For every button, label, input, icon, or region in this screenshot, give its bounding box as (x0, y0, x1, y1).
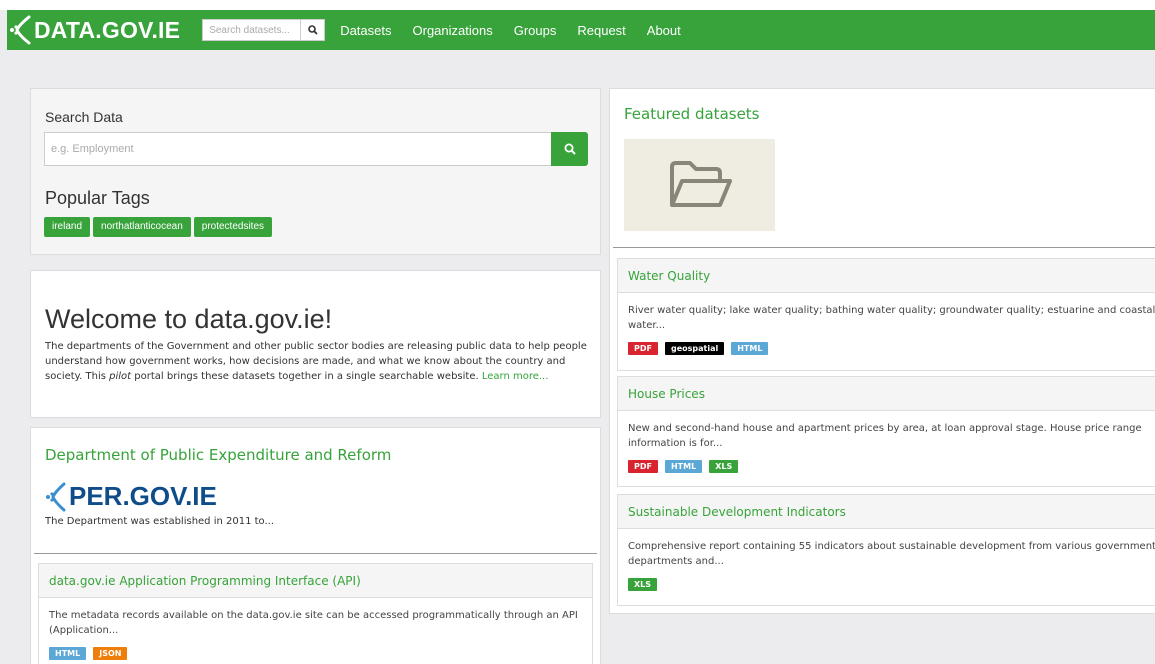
site-logo[interactable]: DATA.GOV.IE (9, 10, 180, 50)
nav-links: Datasets Organizations Groups Request Ab… (340, 23, 702, 38)
tag-protectedsites[interactable]: protectedsites (193, 217, 273, 237)
dataset-title[interactable]: data.gov.ie Application Programming Inte… (39, 564, 592, 598)
tag-ireland[interactable]: ireland (44, 217, 91, 237)
dataset-title[interactable]: Water Quality (618, 259, 1155, 293)
dataset-description: River water quality; lake water quality;… (628, 305, 1155, 331)
nav-link-datasets[interactable]: Datasets (340, 23, 391, 38)
format-badge-xls[interactable]: XLS (628, 578, 658, 591)
search-data-label: Search Data (45, 109, 123, 125)
format-badge-pdf[interactable]: PDF (628, 460, 658, 473)
harp-logo-icon (46, 482, 66, 511)
nav-link-about[interactable]: About (647, 23, 681, 38)
harp-logo-icon (10, 15, 31, 45)
format-badge-pdf[interactable]: PDF (628, 342, 658, 355)
search-data-input[interactable] (44, 132, 552, 166)
format-badges: HTML JSON (49, 647, 582, 660)
dataset-card-water-quality: Water Quality River water quality; lake … (617, 258, 1155, 371)
dataset-title[interactable]: House Prices (618, 377, 1155, 411)
top-strip (0, 0, 1155, 10)
dataset-description: New and second-hand house and apartment … (628, 423, 1142, 449)
welcome-title: Welcome to data.gov.ie! (45, 304, 333, 334)
welcome-panel: Welcome to data.gov.ie! The departments … (30, 270, 601, 418)
per-logo-text: PER.GOV.IE (69, 481, 217, 511)
format-badge-xls[interactable]: XLS (709, 460, 739, 473)
featured-title: Featured datasets (624, 105, 760, 123)
tag-northatlanticocean[interactable]: northatlanticocean (93, 217, 191, 237)
format-badge-geospatial[interactable]: geospatial (664, 342, 725, 355)
dataset-card-house-prices: House Prices New and second-hand house a… (617, 376, 1155, 487)
nav-link-request[interactable]: Request (577, 23, 625, 38)
api-dataset-card: data.gov.ie Application Programming Inte… (38, 563, 593, 664)
search-panel: Search Data Popular Tags ireland northat… (30, 88, 601, 255)
divider (613, 247, 1155, 248)
folder-open-icon (669, 161, 732, 207)
dataset-card-sustainable-development: Sustainable Development Indicators Compr… (617, 494, 1155, 606)
format-badge-html[interactable]: HTML (49, 647, 87, 660)
welcome-text: The departments of the Government and ot… (45, 339, 590, 384)
department-description: The Department was established in 2011 t… (45, 516, 275, 527)
department-title[interactable]: Department of Public Expenditure and Ref… (45, 446, 391, 464)
format-badge-html[interactable]: HTML (664, 460, 703, 473)
divider (34, 553, 597, 554)
format-badges: XLS (628, 578, 1155, 591)
nav-search-button[interactable] (300, 19, 326, 41)
dataset-title[interactable]: Sustainable Development Indicators (618, 495, 1155, 529)
format-badge-html[interactable]: HTML (731, 342, 769, 355)
search-icon (307, 25, 318, 35)
format-badges: PDF geospatial HTML (628, 342, 1155, 355)
format-badges: PDF HTML XLS (628, 460, 1155, 473)
nav-link-organizations[interactable]: Organizations (413, 23, 493, 38)
popular-tags: ireland northatlanticocean protectedsite… (44, 217, 275, 237)
search-icon (564, 143, 576, 155)
nav-search (202, 19, 326, 41)
format-badge-json[interactable]: JSON (93, 647, 128, 660)
dataset-description: Comprehensive report containing 55 indic… (628, 541, 1155, 567)
popular-tags-title: Popular Tags (45, 188, 150, 208)
nav-search-input[interactable] (202, 19, 301, 41)
navbar: DATA.GOV.IE Datasets Organizations Group… (7, 10, 1155, 50)
dataset-description: The metadata records available on the da… (49, 610, 578, 636)
welcome-text-end: portal brings these datasets together in… (131, 371, 482, 382)
search-data-button[interactable] (551, 132, 588, 166)
featured-thumbnail[interactable] (624, 139, 775, 231)
per-logo[interactable]: PER.GOV.IE (45, 481, 217, 512)
nav-link-groups[interactable]: Groups (514, 23, 557, 38)
welcome-text-pilot: pilot (109, 371, 132, 382)
learn-more-link[interactable]: Learn more... (482, 371, 549, 382)
logo-text: DATA.GOV.IE (34, 16, 181, 43)
